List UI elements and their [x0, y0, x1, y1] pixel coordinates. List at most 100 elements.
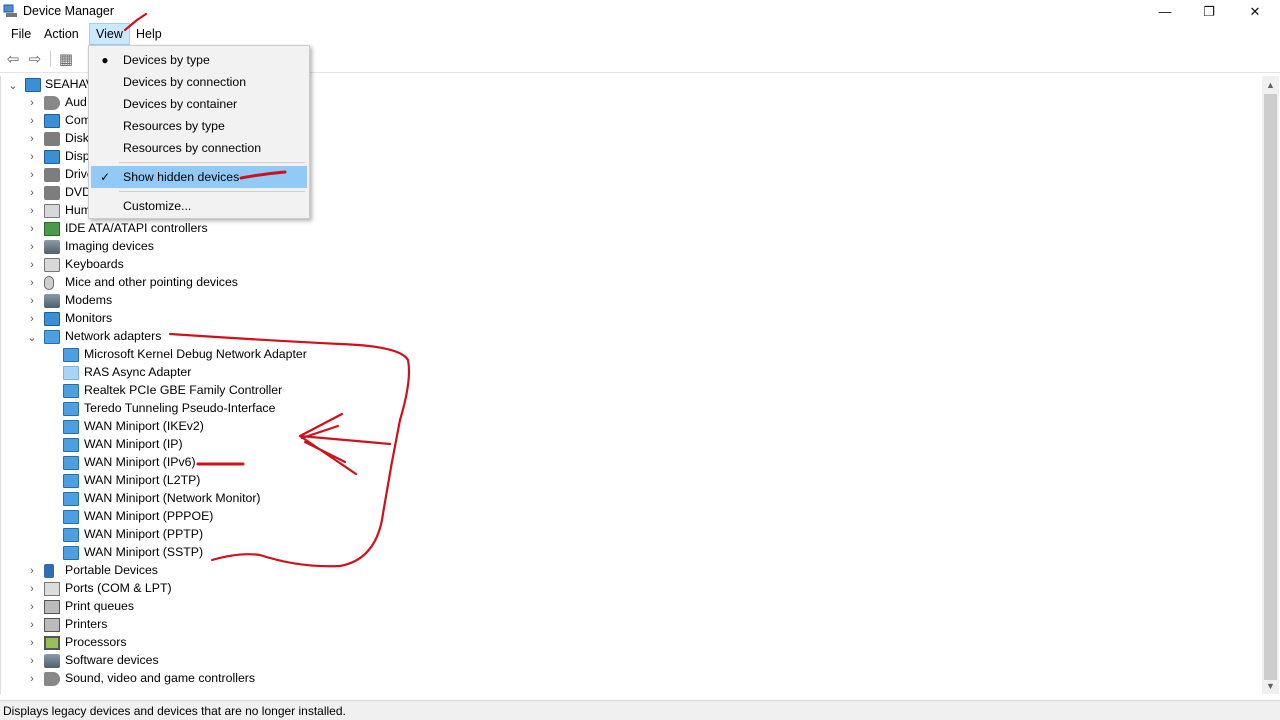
tree-item-label: Disp: [65, 149, 90, 163]
chevron-right-icon[interactable]: ›: [27, 670, 37, 688]
tree-category[interactable]: › Printers: [1, 616, 1262, 634]
tree-category[interactable]: › Imaging devices: [1, 238, 1262, 256]
tree-category[interactable]: › Ports (COM & LPT): [1, 580, 1262, 598]
chevron-right-icon[interactable]: ›: [27, 148, 37, 166]
network-adapter-item[interactable]: RAS Async Adapter: [1, 364, 1262, 382]
chevron-right-icon[interactable]: ›: [27, 94, 37, 112]
chevron-right-icon[interactable]: ›: [27, 562, 37, 580]
tree-category[interactable]: › Monitors: [1, 310, 1262, 328]
tree-category[interactable]: › Modems: [1, 292, 1262, 310]
scroll-up-arrow-icon[interactable]: ▲: [1262, 76, 1279, 93]
tree-item-label: Disk: [65, 131, 89, 145]
properties-icon[interactable]: ▦: [56, 49, 76, 69]
tree-item-label: WAN Miniport (IPv6): [84, 455, 196, 469]
window-title: Device Manager: [23, 4, 115, 18]
tree-category[interactable]: › Software devices: [1, 652, 1262, 670]
scroll-thumb[interactable]: [1264, 94, 1277, 680]
forward-arrow-icon[interactable]: ⇨: [25, 49, 45, 69]
chevron-down-icon[interactable]: ⌄: [27, 328, 37, 346]
menu-item-label: Devices by container: [123, 97, 238, 111]
chevron-right-icon[interactable]: ›: [27, 634, 37, 652]
chevron-right-icon[interactable]: ›: [27, 130, 37, 148]
network-adapter-item[interactable]: WAN Miniport (Network Monitor): [1, 490, 1262, 508]
printer-icon: [44, 618, 60, 632]
chevron-right-icon[interactable]: ›: [27, 220, 37, 238]
vertical-scrollbar[interactable]: ▲ ▼: [1262, 76, 1279, 694]
tree-item-label: WAN Miniport (L2TP): [84, 473, 201, 487]
tree-category[interactable]: › Print queues: [1, 598, 1262, 616]
network-adapter-icon: [63, 492, 79, 506]
tree-item-label: Realtek PCIe GBE Family Controller: [84, 383, 283, 397]
tree-category[interactable]: › Processors: [1, 634, 1262, 652]
tree-category[interactable]: › Sound, video and game controllers: [1, 670, 1262, 688]
tree-category[interactable]: › IDE ATA/ATAPI controllers: [1, 220, 1262, 238]
tree-item-label: Teredo Tunneling Pseudo-Interface: [84, 401, 276, 415]
display-icon: [44, 150, 60, 164]
tree-item-label: WAN Miniport (PPPOE): [84, 509, 214, 523]
network-adapter-item[interactable]: WAN Miniport (PPPOE): [1, 508, 1262, 526]
device-manager-icon: [3, 4, 17, 17]
chevron-right-icon[interactable]: ›: [27, 112, 37, 130]
tree-item-label: Imaging devices: [65, 239, 154, 253]
menu-action[interactable]: Action: [38, 23, 85, 45]
back-arrow-icon[interactable]: ⇦: [3, 49, 23, 69]
menu-item-show-hidden-devices[interactable]: ✓ Show hidden devices: [91, 166, 307, 188]
camera-icon: [44, 240, 60, 254]
network-adapter-item[interactable]: Microsoft Kernel Debug Network Adapter: [1, 346, 1262, 364]
tree-item-label: Printers: [65, 617, 108, 631]
tree-category-network-adapters[interactable]: ⌄ Network adapters: [1, 328, 1262, 346]
port-icon: [44, 582, 60, 596]
menu-item-devices-by-connection[interactable]: Devices by connection: [91, 71, 307, 93]
tree-category[interactable]: › Keyboards: [1, 256, 1262, 274]
network-adapter-item[interactable]: WAN Miniport (L2TP): [1, 472, 1262, 490]
menu-item-resources-by-type[interactable]: Resources by type: [91, 115, 307, 137]
print-queue-icon: [44, 600, 60, 614]
menu-item-devices-by-type[interactable]: ● Devices by type: [91, 49, 307, 71]
minimize-button[interactable]: —: [1142, 0, 1188, 23]
chevron-right-icon[interactable]: ›: [27, 256, 37, 274]
menu-item-customize[interactable]: Customize...: [91, 195, 307, 217]
maximize-button[interactable]: ❐: [1186, 0, 1232, 23]
chevron-right-icon[interactable]: ›: [27, 580, 37, 598]
chevron-right-icon[interactable]: ›: [27, 292, 37, 310]
menu-file[interactable]: File: [5, 23, 37, 45]
network-adapter-item[interactable]: WAN Miniport (IPv6): [1, 454, 1262, 472]
menu-view[interactable]: View: [89, 23, 130, 45]
tree-item-label: Software devices: [65, 653, 159, 667]
chevron-right-icon[interactable]: ›: [27, 652, 37, 670]
network-adapter-item[interactable]: WAN Miniport (IP): [1, 436, 1262, 454]
tree-item-label: Processors: [65, 635, 127, 649]
toolbar-separator: [50, 51, 51, 67]
network-adapter-item[interactable]: Teredo Tunneling Pseudo-Interface: [1, 400, 1262, 418]
scroll-down-arrow-icon[interactable]: ▼: [1262, 677, 1279, 694]
software-icon: [44, 654, 60, 668]
network-adapter-item[interactable]: WAN Miniport (PPTP): [1, 526, 1262, 544]
chevron-down-icon[interactable]: ⌄: [8, 76, 18, 94]
chevron-right-icon[interactable]: ›: [27, 166, 37, 184]
menu-help[interactable]: Help: [130, 23, 168, 45]
menu-item-label: Resources by connection: [123, 141, 262, 155]
tree-item-label: WAN Miniport (IKEv2): [84, 419, 204, 433]
chevron-right-icon[interactable]: ›: [27, 238, 37, 256]
network-adapter-item[interactable]: WAN Miniport (IKEv2): [1, 418, 1262, 436]
menu-item-label: Customize...: [123, 199, 192, 213]
tree-category[interactable]: › Portable Devices: [1, 562, 1262, 580]
radio-bullet-icon: ●: [101, 53, 109, 67]
chevron-right-icon[interactable]: ›: [27, 616, 37, 634]
tree-item-label: Print queues: [65, 599, 135, 613]
chevron-right-icon[interactable]: ›: [27, 310, 37, 328]
chevron-right-icon[interactable]: ›: [27, 184, 37, 202]
network-adapter-item[interactable]: WAN Miniport (SSTP): [1, 544, 1262, 562]
chevron-right-icon[interactable]: ›: [27, 274, 37, 292]
menu-item-devices-by-container[interactable]: Devices by container: [91, 93, 307, 115]
network-adapter-item[interactable]: Realtek PCIe GBE Family Controller: [1, 382, 1262, 400]
network-adapter-icon: [63, 420, 79, 434]
keyboard-icon: [44, 258, 60, 272]
menu-item-resources-by-connection[interactable]: Resources by connection: [91, 137, 307, 159]
menu-item-label: Devices by connection: [123, 75, 247, 89]
tree-category[interactable]: › Mice and other pointing devices: [1, 274, 1262, 292]
chevron-right-icon[interactable]: ›: [27, 598, 37, 616]
tree-item-label: RAS Async Adapter: [84, 365, 192, 379]
chevron-right-icon[interactable]: ›: [27, 202, 37, 220]
close-button[interactable]: ✕: [1232, 0, 1278, 23]
